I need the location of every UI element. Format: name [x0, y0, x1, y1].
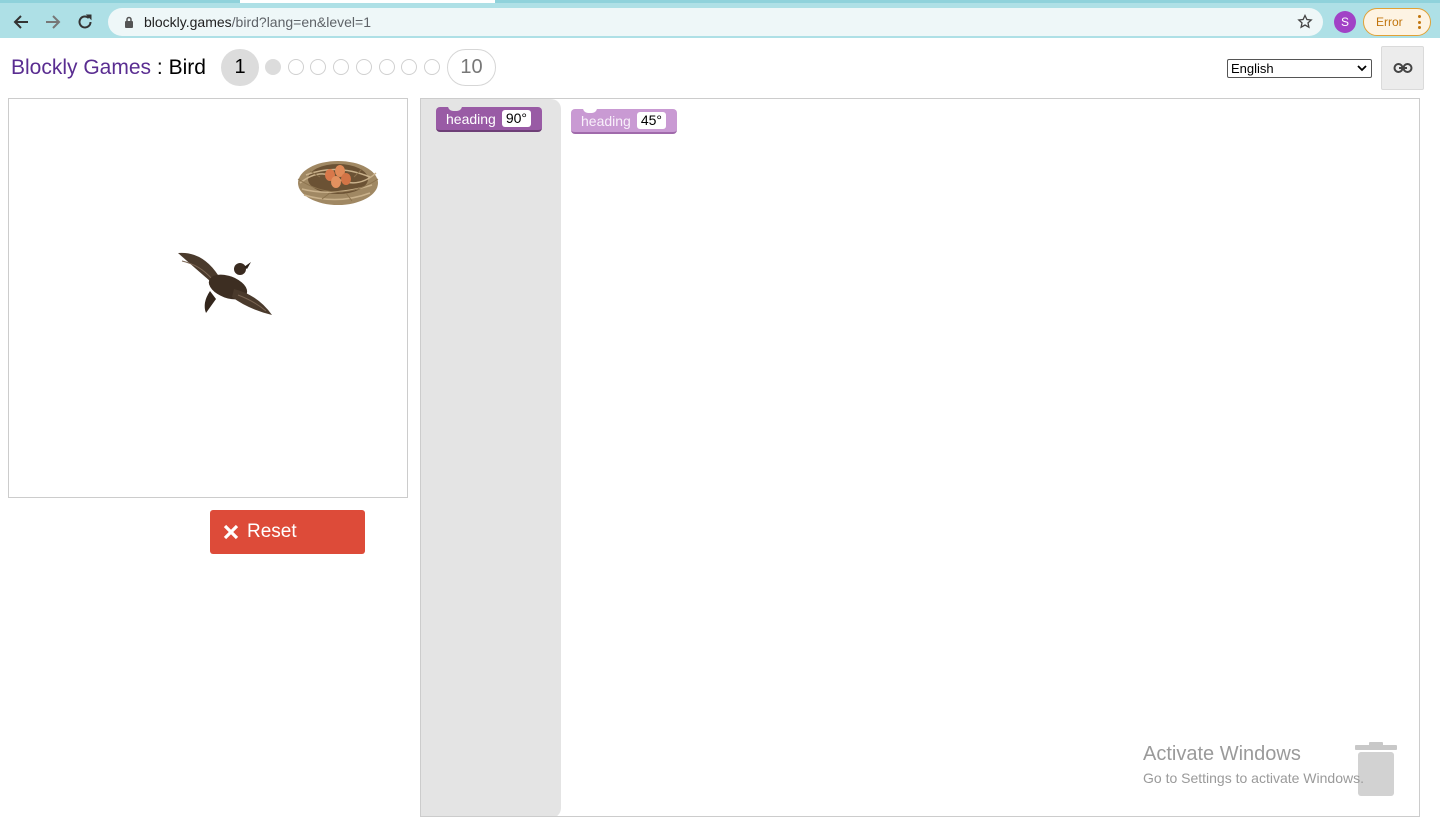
level-dot[interactable]	[288, 59, 304, 75]
url-text: blockly.games/bird?lang=en&level=1	[144, 14, 371, 30]
forward-button[interactable]	[40, 10, 66, 34]
close-icon	[223, 524, 239, 540]
blockly-workspace[interactable]: heading 90° heading 45°	[420, 98, 1420, 817]
block-angle-field[interactable]: 45°	[636, 112, 666, 129]
toolbox-heading-block[interactable]: heading 90°	[436, 106, 542, 132]
bird-icon	[178, 252, 272, 315]
toolbox-flyout: heading 90°	[421, 99, 561, 816]
back-arrow-icon	[13, 15, 28, 29]
block-label: heading	[581, 112, 631, 129]
address-bar[interactable]: blockly.games/bird?lang=en&level=1	[108, 8, 1323, 36]
level-dot[interactable]	[379, 59, 395, 75]
level-dot[interactable]	[333, 59, 349, 75]
block-label: heading	[446, 110, 496, 127]
lock-icon	[120, 13, 138, 31]
level-dot[interactable]	[424, 59, 440, 75]
workspace-heading-block[interactable]: heading 45°	[571, 108, 677, 134]
level-current[interactable]: 1	[221, 49, 259, 86]
menu-dots-icon	[1417, 15, 1421, 29]
level-dot[interactable]	[310, 59, 326, 75]
chevron-down-icon	[1357, 65, 1367, 72]
reload-button[interactable]	[72, 10, 98, 34]
watermark-title: Activate Windows	[1143, 743, 1301, 765]
level-dot[interactable]	[265, 59, 281, 75]
game-visualization	[8, 98, 408, 498]
title-separator: :	[151, 56, 169, 79]
bookmark-star-icon[interactable]	[1295, 12, 1315, 32]
block-angle-field[interactable]: 90°	[501, 110, 531, 127]
link-icon	[1393, 63, 1412, 73]
back-button[interactable]	[8, 10, 34, 34]
forward-arrow-icon	[46, 15, 61, 29]
browser-toolbar: blockly.games/bird?lang=en&level=1 S Err…	[0, 0, 1440, 38]
link-button[interactable]	[1381, 46, 1424, 90]
reset-label: Reset	[247, 521, 297, 542]
url-host: blockly.games	[144, 14, 232, 30]
reload-icon	[78, 14, 92, 29]
level-dot[interactable]	[401, 59, 417, 75]
language-value: English	[1231, 61, 1274, 76]
language-select[interactable]: English	[1227, 59, 1372, 78]
game-name: Bird	[168, 56, 206, 79]
windows-activation-watermark: Activate Windows Go to Settings to activ…	[1143, 743, 1364, 786]
browser-error-button[interactable]: Error	[1363, 8, 1431, 36]
level-last[interactable]: 10	[447, 49, 496, 86]
active-tab-indicator	[240, 0, 495, 3]
error-label: Error	[1376, 15, 1403, 29]
url-path: /bird?lang=en&level=1	[231, 14, 372, 30]
reset-button[interactable]: Reset	[210, 510, 365, 554]
profile-avatar[interactable]: S	[1334, 11, 1356, 33]
level-dot[interactable]	[356, 59, 372, 75]
page-title: Blockly Games : Bird	[11, 56, 206, 80]
watermark-subtitle: Go to Settings to activate Windows.	[1143, 770, 1364, 786]
nest-icon	[297, 161, 379, 205]
blockly-games-link[interactable]: Blockly Games	[11, 56, 151, 79]
